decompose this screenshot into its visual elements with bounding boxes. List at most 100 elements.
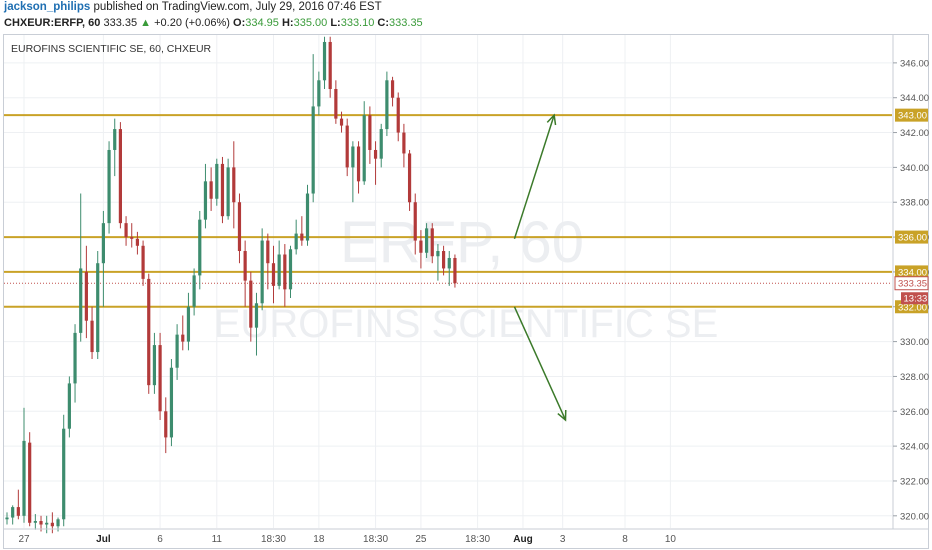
- candle-body: [28, 442, 32, 523]
- candle-body: [79, 268, 83, 333]
- candle: [124, 216, 128, 246]
- x-tick-label: 18:30: [465, 534, 490, 545]
- candle: [396, 92, 400, 142]
- x-tick-label: 11: [212, 534, 223, 545]
- candle: [453, 254, 457, 288]
- candle-body: [266, 240, 270, 264]
- candle: [288, 245, 293, 299]
- x-tick-label: 3: [560, 534, 566, 545]
- candle: [107, 141, 111, 234]
- candle: [322, 36, 327, 90]
- price-axis[interactable]: 320.00322.00324.00326.00328.00330.00332.…: [893, 58, 929, 522]
- candle-body: [198, 219, 202, 276]
- candle-body: [135, 238, 140, 246]
- watermark-name: EUROFINS SCIENTIFIC SE: [214, 302, 719, 346]
- candle-body: [45, 522, 49, 525]
- candle: [147, 273, 151, 394]
- candle: [62, 414, 66, 527]
- candle-body: [232, 167, 236, 203]
- y-tick-label: 344.00: [900, 93, 929, 104]
- candle-body: [5, 517, 9, 520]
- candle: [130, 223, 134, 248]
- candle-body: [11, 507, 15, 518]
- last-price-badge: 333.35: [894, 276, 929, 291]
- candle-body: [84, 271, 88, 321]
- y-tick-label: 322.00: [900, 476, 929, 487]
- candle: [209, 167, 213, 211]
- candle-body: [345, 125, 349, 168]
- y-tick-label: 346.00: [900, 58, 929, 69]
- candle-body: [164, 411, 168, 438]
- candle: [141, 240, 145, 286]
- candle: [28, 432, 32, 527]
- candle-body: [271, 263, 276, 286]
- candle: [84, 245, 88, 339]
- candle: [33, 514, 37, 530]
- x-tick-label: 27: [18, 534, 30, 545]
- x-tick-label: 25: [415, 534, 427, 545]
- time-axis[interactable]: 27 Jul 6 11 18:30 18 18:30 25 18:30 Aug 3 8 10: [18, 534, 676, 545]
- candle: [402, 123, 406, 168]
- candle: [45, 515, 49, 534]
- y-tick-label: 338.00: [900, 198, 929, 209]
- candle: [356, 141, 361, 194]
- candle-body: [368, 115, 372, 150]
- candle-body: [118, 129, 122, 224]
- candle-body: [402, 132, 406, 154]
- candle: [232, 141, 236, 229]
- chart-title: EUROFINS SCIENTIFIC SE, 60, CHXEUR: [11, 43, 212, 55]
- level-badge-text: 343.00: [898, 111, 927, 122]
- candle: [164, 397, 168, 454]
- candle-body: [39, 521, 43, 525]
- candle-body: [22, 440, 26, 516]
- candle-body: [237, 202, 242, 252]
- candle: [101, 210, 105, 307]
- candle-body: [101, 223, 105, 264]
- candle: [328, 36, 332, 98]
- candle-body: [215, 163, 219, 199]
- candle: [198, 210, 202, 290]
- candle-body: [311, 106, 315, 194]
- candle: [424, 223, 429, 258]
- candle: [390, 76, 395, 107]
- candle: [266, 233, 270, 290]
- candlestick-chart[interactable]: ERFP, 60 EUROFINS SCIENTIFIC SE 320.0032…: [0, 0, 932, 550]
- candle: [351, 141, 355, 203]
- candle: [79, 193, 83, 342]
- candle: [226, 158, 230, 220]
- candle-body: [441, 251, 446, 269]
- candle-body: [379, 129, 383, 159]
- candle-body: [96, 263, 100, 353]
- candle-body: [351, 146, 355, 168]
- candle-body: [203, 181, 208, 220]
- candle-body: [33, 521, 37, 523]
- candle: [385, 71, 389, 137]
- candle: [334, 80, 338, 124]
- candle-body: [294, 233, 298, 250]
- candle-body: [220, 163, 225, 217]
- level-badge-text: 336.00: [898, 233, 927, 244]
- candle: [407, 149, 412, 211]
- candle-body: [73, 332, 77, 384]
- candle-body: [436, 251, 440, 257]
- last-price-badge-text: 333.35: [898, 279, 927, 290]
- y-tick-label: 340.00: [900, 163, 929, 174]
- price-badges: 343.00336.00334.00332.00333.3513:33: [894, 108, 929, 314]
- candle-body: [430, 228, 434, 257]
- x-tick-label: 8: [622, 534, 628, 545]
- candle-body: [50, 522, 54, 527]
- candle-body: [260, 240, 264, 304]
- level-badge: 343.00: [895, 108, 928, 122]
- candle-body: [16, 507, 20, 516]
- candles: [5, 36, 457, 534]
- x-tick-label: 18: [313, 534, 325, 545]
- candle-body: [322, 41, 327, 81]
- candle-body: [158, 345, 162, 412]
- candle: [237, 193, 242, 264]
- candle-body: [152, 345, 157, 386]
- candle: [283, 244, 287, 307]
- candle: [118, 122, 122, 229]
- candle: [22, 407, 26, 523]
- candle-body: [175, 334, 179, 368]
- candle-body: [192, 275, 196, 307]
